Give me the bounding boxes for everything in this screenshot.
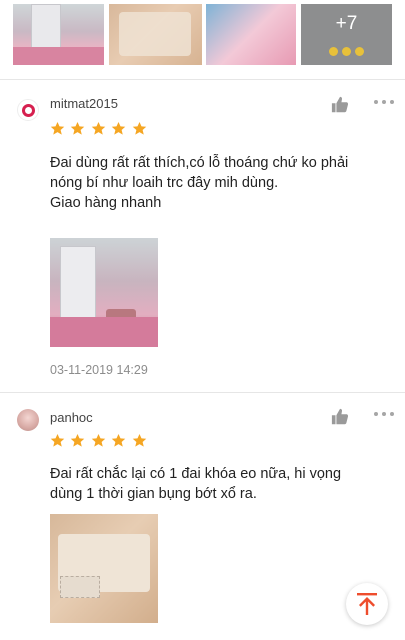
- star-icon: [111, 121, 126, 136]
- star-icon: [91, 433, 106, 448]
- review-photo-strip: +7: [0, 0, 405, 70]
- bed-shape: [13, 47, 104, 65]
- star-icon: [132, 121, 147, 136]
- avatar-logo: [22, 104, 35, 117]
- avatar[interactable]: [17, 409, 39, 431]
- comment-line: nóng bí như loaih trc đây mih dùng.: [50, 175, 279, 191]
- review-timestamp: 03-11-2019 14:29: [50, 363, 148, 377]
- comment-line: Đai dùng rất rất thích,có lỗ thoáng chứ …: [50, 155, 349, 171]
- thumbs-up-icon[interactable]: [331, 96, 349, 113]
- star-icon: [91, 121, 106, 136]
- review-comment: Đai rất chắc lại có 1 đai khóa eo nữa, h…: [50, 464, 390, 504]
- comment-line: dùng 1 thời gian bụng bớt xổ ra.: [50, 486, 257, 502]
- comment-line: Đai rất chắc lại có 1 đai khóa eo nữa, h…: [50, 466, 342, 482]
- rating-stars: [50, 433, 148, 448]
- closet-shape: [31, 4, 61, 48]
- avatar[interactable]: [17, 99, 39, 121]
- belt-shape: [119, 12, 191, 56]
- divider: [0, 79, 405, 80]
- star-icon: [132, 433, 147, 448]
- star-icon: [50, 433, 65, 448]
- review-photo-thumbnail[interactable]: [13, 4, 104, 65]
- mesh-shape: [60, 576, 100, 598]
- divider: [0, 392, 405, 393]
- thumbs-up-icon[interactable]: [331, 408, 349, 425]
- review-photo-thumbnail[interactable]: [109, 4, 202, 65]
- reviewer-username: mitmat2015: [50, 96, 118, 111]
- duck-icon: [329, 47, 338, 56]
- rating-stars: [50, 121, 148, 136]
- star-icon: [50, 121, 65, 136]
- reviewer-username: panhoc: [50, 410, 93, 425]
- comment-line: Giao hàng nhanh: [50, 195, 162, 211]
- more-dots-icon[interactable]: [374, 100, 394, 106]
- closet-shape: [60, 246, 96, 320]
- star-icon: [70, 121, 85, 136]
- duck-icon: [355, 47, 364, 56]
- duck-icon: [342, 47, 351, 56]
- review-comment: Đai dùng rất rất thích,có lỗ thoáng chứ …: [50, 153, 390, 213]
- more-photos-count: +7: [335, 13, 358, 34]
- review-photo-thumbnail[interactable]: [206, 4, 296, 65]
- scroll-to-top-button[interactable]: [346, 583, 388, 625]
- more-dots-icon[interactable]: [374, 412, 394, 418]
- arrow-up-icon: [357, 593, 377, 615]
- more-photos-thumbnail[interactable]: +7: [301, 4, 392, 65]
- star-icon: [70, 433, 85, 448]
- review-photo[interactable]: [50, 514, 158, 623]
- star-icon: [111, 433, 126, 448]
- bed-shape: [50, 317, 158, 347]
- review-photo[interactable]: [50, 238, 158, 347]
